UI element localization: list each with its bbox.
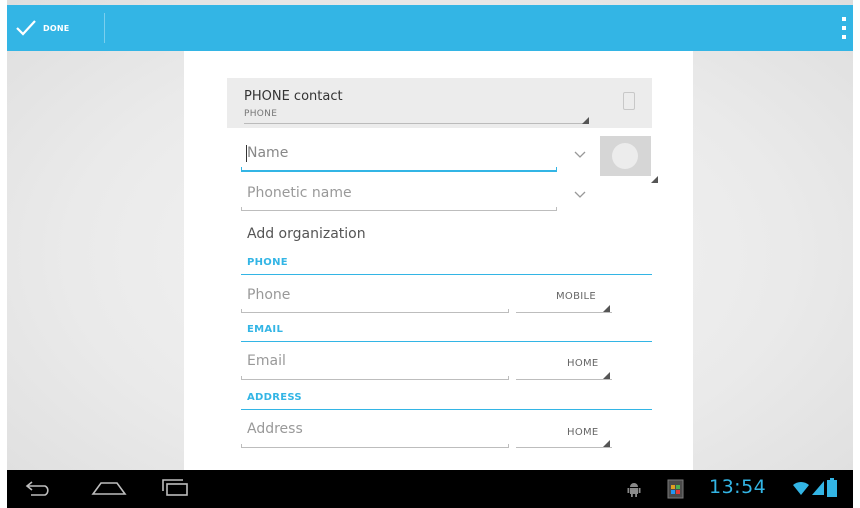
name-input[interactable]: Name <box>247 145 288 161</box>
address-type-underline <box>516 447 612 448</box>
android-icon[interactable] <box>627 481 641 498</box>
phone-input[interactable]: Phone <box>247 287 290 303</box>
email-type-selector[interactable]: HOME <box>567 358 599 369</box>
address-type-selector[interactable]: HOME <box>567 427 599 438</box>
back-icon[interactable] <box>23 480 53 496</box>
phonetic-name-input[interactable]: Phonetic name <box>247 185 352 201</box>
phone-type-corner-icon <box>603 305 610 312</box>
phone-device-icon <box>623 92 635 110</box>
contact-editor-card: PHONE contact PHONE Name Phonetic name A… <box>184 51 693 471</box>
home-icon[interactable] <box>91 480 127 496</box>
gallery-notification-icon[interactable] <box>667 479 684 499</box>
account-subtitle: PHONE <box>244 109 278 119</box>
expand-phonetic-chevron-icon[interactable] <box>574 191 586 199</box>
right-edge <box>853 0 860 508</box>
avatar-placeholder-icon <box>612 143 638 169</box>
name-input-underline <box>241 167 557 172</box>
email-section-divider <box>241 341 652 342</box>
dropdown-corner-icon <box>582 117 589 124</box>
checkmark-icon <box>16 20 36 36</box>
phonetic-name-underline <box>241 207 557 211</box>
contact-photo[interactable] <box>600 136 658 183</box>
done-button[interactable]: DONE <box>7 5 104 51</box>
address-section-header: ADDRESS <box>247 392 302 403</box>
photo-corner-icon <box>651 176 658 183</box>
phone-section-header: PHONE <box>247 257 288 268</box>
address-type-corner-icon <box>603 440 610 447</box>
phone-input-underline <box>241 309 509 313</box>
email-input-underline <box>241 376 509 380</box>
address-input[interactable]: Address <box>247 421 303 437</box>
expand-name-chevron-icon[interactable] <box>574 151 586 159</box>
email-input[interactable]: Email <box>247 353 286 369</box>
phone-type-underline <box>516 312 612 313</box>
email-type-corner-icon <box>603 372 610 379</box>
system-navigation-bar: 13:54 <box>7 470 853 508</box>
email-type-underline <box>516 379 612 380</box>
account-title: PHONE contact <box>244 89 343 104</box>
battery-icon <box>827 478 837 497</box>
email-section-header: EMAIL <box>247 324 284 335</box>
recent-apps-icon[interactable] <box>160 479 190 497</box>
overflow-menu-icon[interactable] <box>839 17 849 39</box>
done-label: DONE <box>43 23 70 33</box>
add-organization-link[interactable]: Add organization <box>247 226 366 242</box>
phone-section-divider <box>241 274 652 275</box>
address-section-divider <box>241 409 652 410</box>
signal-icon <box>812 481 824 495</box>
account-underline <box>244 123 587 124</box>
screen: DONE PHONE contact PHONE Name Phonetic n… <box>7 0 853 508</box>
action-bar: DONE <box>7 5 853 51</box>
clock: 13:54 <box>709 476 767 498</box>
phone-type-selector[interactable]: MOBILE <box>556 291 596 302</box>
address-input-underline <box>241 444 509 448</box>
left-edge <box>0 0 7 508</box>
wifi-icon <box>793 481 809 495</box>
action-bar-divider <box>104 13 105 43</box>
account-selector[interactable]: PHONE contact PHONE <box>227 78 652 128</box>
